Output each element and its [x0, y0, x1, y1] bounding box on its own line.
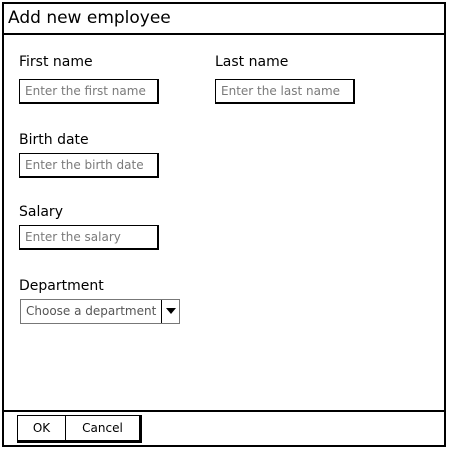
department-dropdown-button[interactable] [161, 300, 179, 323]
last-name-input[interactable] [215, 79, 355, 104]
birth-date-label: Birth date [19, 132, 89, 148]
title-bar: Add new employee [4, 4, 444, 35]
cancel-button[interactable]: Cancel [66, 416, 139, 440]
salary-input[interactable] [19, 225, 159, 250]
dialog-title: Add new employee [8, 8, 171, 28]
birth-date-input[interactable] [19, 153, 159, 178]
ok-button[interactable]: OK [18, 416, 66, 440]
add-employee-dialog: Add new employee First name Last name Bi… [2, 2, 446, 447]
department-selected-value: Choose a department [26, 304, 157, 318]
department-label: Department [19, 278, 104, 294]
department-select[interactable]: Choose a department [20, 299, 180, 324]
first-name-input[interactable] [19, 79, 159, 104]
dialog-button-group: OK Cancel [17, 415, 142, 443]
last-name-label: Last name [215, 54, 289, 70]
first-name-label: First name [19, 54, 93, 70]
salary-label: Salary [19, 204, 63, 220]
chevron-down-icon [166, 308, 176, 314]
footer-divider [4, 410, 444, 412]
